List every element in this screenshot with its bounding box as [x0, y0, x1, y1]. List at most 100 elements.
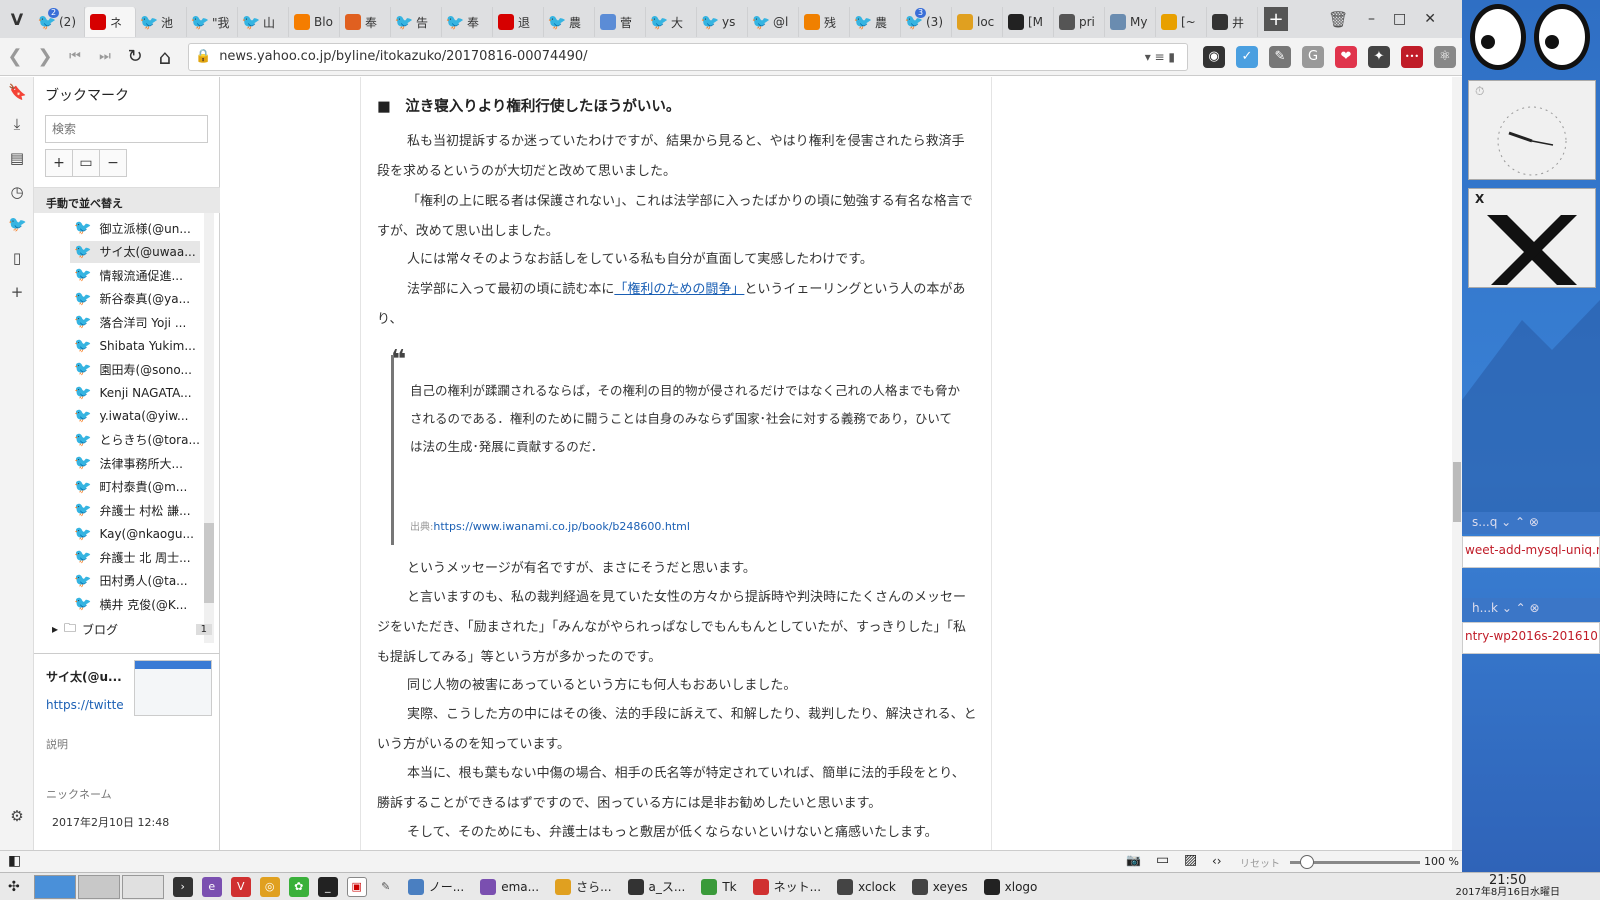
browser-tab[interactable]: 🐦 山 — [238, 7, 289, 37]
reload-button[interactable]: ↻ — [120, 46, 150, 67]
notification-item[interactable]: ntry-wp2016s-201610 — [1462, 622, 1600, 654]
g-icon[interactable]: G — [1302, 45, 1324, 68]
browser-tab[interactable]: 🐦 ys — [697, 7, 748, 37]
chrome-launcher-icon[interactable]: ◎ — [259, 876, 280, 897]
taskbar-task[interactable]: ネット... — [749, 875, 825, 899]
tool-icon[interactable]: ✎ — [1269, 45, 1291, 68]
bookmark-item[interactable]: 🐦 とらきち(@tora... — [74, 429, 204, 451]
minimize-button[interactable]: – — [1368, 11, 1375, 27]
browser-tab[interactable]: 🐦 告 — [391, 7, 442, 37]
browser-tab[interactable]: 菅 — [595, 7, 646, 37]
system-clock[interactable]: 21:50 2017年8月16日水曜日 — [1455, 874, 1560, 899]
source-link[interactable]: https://www.iwanami.co.jp/book/b248600.h… — [433, 520, 690, 533]
browser-tab[interactable]: 🐦 農 — [544, 7, 595, 37]
bookmark-item[interactable]: 🐦 弁護士 北 周士... — [74, 546, 204, 568]
history-icon[interactable]: ◷ — [8, 183, 26, 201]
notification-item[interactable]: weet-add-mysql-uniq.rb — [1462, 536, 1600, 568]
new-tab-button[interactable]: + — [1264, 7, 1288, 31]
browser-tab[interactable]: 🐦 大 — [646, 7, 697, 37]
zoom-slider-knob[interactable] — [1299, 855, 1314, 869]
workspace-1[interactable] — [33, 874, 76, 899]
twitter-panel-icon[interactable]: 🐦 — [8, 215, 27, 233]
scrollbar-thumb[interactable] — [204, 523, 214, 603]
evernote-icon[interactable]: ✦ — [1368, 45, 1390, 68]
taskbar-task[interactable]: Tk — [697, 875, 740, 899]
delete-bookmark-button[interactable]: − — [99, 149, 127, 177]
browser-tab[interactable]: 🐦 3 (3) — [901, 7, 952, 37]
vivaldi-launcher-icon[interactable]: V — [230, 876, 251, 897]
bookmark-item[interactable]: 🐦 Kay(@nkaogu... — [74, 523, 204, 545]
browser-tab[interactable]: loc — [952, 7, 1003, 37]
browser-tab[interactable]: 奉 — [340, 7, 391, 37]
bookmark-panel-icon[interactable]: 🔖 — [8, 83, 27, 101]
code-icon[interactable]: ‹› — [1212, 854, 1222, 868]
browser-tab[interactable]: 🐦 "我 — [187, 7, 238, 37]
bookmark-item[interactable]: 🐦 Kenji NAGATA... — [74, 382, 204, 404]
settings-gear-icon[interactable]: ⚙ — [8, 807, 26, 825]
emacs-launcher-icon[interactable]: e — [201, 876, 222, 897]
download-icon[interactable]: ⤓ — [8, 115, 26, 133]
browser-tab[interactable]: 退 — [493, 7, 544, 37]
page-icon[interactable]: ▯ — [8, 249, 26, 267]
xclock-window[interactable]: ⏱ — [1468, 80, 1596, 180]
workspace-3[interactable] — [121, 874, 164, 899]
trash-icon[interactable]: 🗑 — [1328, 10, 1348, 29]
bookmark-item[interactable]: 🐦 園田寿(@sono... — [74, 358, 204, 380]
owl-icon[interactable]: ◉ — [1203, 45, 1225, 68]
workspace-2[interactable] — [77, 874, 120, 899]
tool-launcher-icon[interactable]: ✎ — [376, 877, 396, 897]
vivaldi-menu-button[interactable]: V — [0, 0, 34, 38]
dots-icon[interactable]: ••• — [1401, 45, 1423, 68]
browser-tab[interactable]: Blo — [289, 7, 340, 37]
bookmark-search-input[interactable] — [45, 115, 208, 143]
start-menu-icon[interactable]: ✣ — [8, 879, 20, 895]
taskbar-task[interactable]: ノー... — [404, 875, 468, 899]
expand-arrow-icon[interactable]: ▸ — [52, 622, 58, 636]
browser-tab[interactable]: 🐦 2 (2) — [34, 7, 85, 37]
browser-tab[interactable]: 🐦 池 — [136, 7, 187, 37]
bookmark-item[interactable]: 🐦 y.iwata(@yiw... — [74, 405, 204, 427]
browser-tab[interactable]: 🐦 奉 — [442, 7, 493, 37]
scrollbar-thumb[interactable] — [1453, 462, 1461, 522]
browser-tab[interactable]: [M — [1003, 7, 1054, 37]
maximize-button[interactable]: □ — [1393, 11, 1406, 27]
browser-tab[interactable]: [~ — [1156, 7, 1207, 37]
bookmark-item[interactable]: 🐦 法律事務所大... — [74, 452, 204, 474]
taskbar-task[interactable]: a_ス... — [624, 875, 690, 899]
home-button[interactable]: ⌂ — [150, 45, 180, 69]
url-field[interactable]: 🔒 news.yahoo.co.jp/byline/itokazuko/2017… — [188, 42, 1188, 71]
page-scrollbar[interactable] — [1452, 77, 1462, 850]
pocket-icon[interactable]: ❤ — [1335, 45, 1357, 68]
taskbar-task[interactable]: xeyes — [908, 875, 972, 899]
notes-icon[interactable]: ▤ — [8, 149, 26, 167]
bookmark-item[interactable]: 🐦 新谷泰真(@ya... — [74, 288, 204, 310]
browser-tab[interactable]: ネ — [85, 7, 136, 37]
browser-tab[interactable]: 🐦 @l — [748, 7, 799, 37]
bookmark-item[interactable]: 🐦 落合洋司 Yoji ... — [74, 311, 204, 333]
screen-launcher-icon[interactable]: ▣ — [346, 876, 367, 897]
taskbar-task[interactable]: xlogo — [980, 875, 1042, 899]
forward-button[interactable]: ❯ — [30, 46, 60, 67]
close-button[interactable]: ✕ — [1424, 11, 1436, 27]
terminal-launcher-icon[interactable]: › — [172, 876, 193, 897]
tile-icon[interactable]: ▭ — [1156, 852, 1169, 868]
bookmark-item[interactable]: 🐦 サイ太(@uwaa... — [70, 240, 200, 263]
panel-toggle-icon[interactable]: ◧ — [8, 853, 21, 869]
bookmark-item[interactable]: 🐦 御立派様(@un... — [74, 217, 204, 239]
browser-tab[interactable]: 残 — [799, 7, 850, 37]
bookmark-item[interactable]: 🐦 情報流通促進... — [74, 264, 204, 286]
back-button[interactable]: ❮ — [0, 46, 30, 67]
xlogo-window[interactable]: X — [1468, 188, 1596, 288]
bookmark-item[interactable]: 🐦 横井 克俊(@K... — [74, 593, 204, 615]
terminal2-launcher-icon[interactable]: _ — [317, 876, 338, 897]
fast-forward-button[interactable]: ⏭ — [90, 49, 120, 64]
bookmark-item[interactable]: 🐦 弁護士 村松 謙... — [74, 499, 204, 521]
url-actions[interactable]: ▾ ≡ ▮ — [1145, 50, 1175, 64]
add-folder-button[interactable]: ▭ — [72, 149, 100, 177]
atom-icon[interactable]: ⚛ — [1434, 45, 1456, 68]
detail-url[interactable]: https://twitte — [46, 698, 126, 712]
browser-tab[interactable]: pri — [1054, 7, 1105, 37]
add-bookmark-button[interactable]: + — [45, 149, 73, 177]
browser-tab[interactable]: 井 — [1207, 7, 1258, 37]
zoom-reset-button[interactable]: リセット — [1240, 855, 1280, 870]
